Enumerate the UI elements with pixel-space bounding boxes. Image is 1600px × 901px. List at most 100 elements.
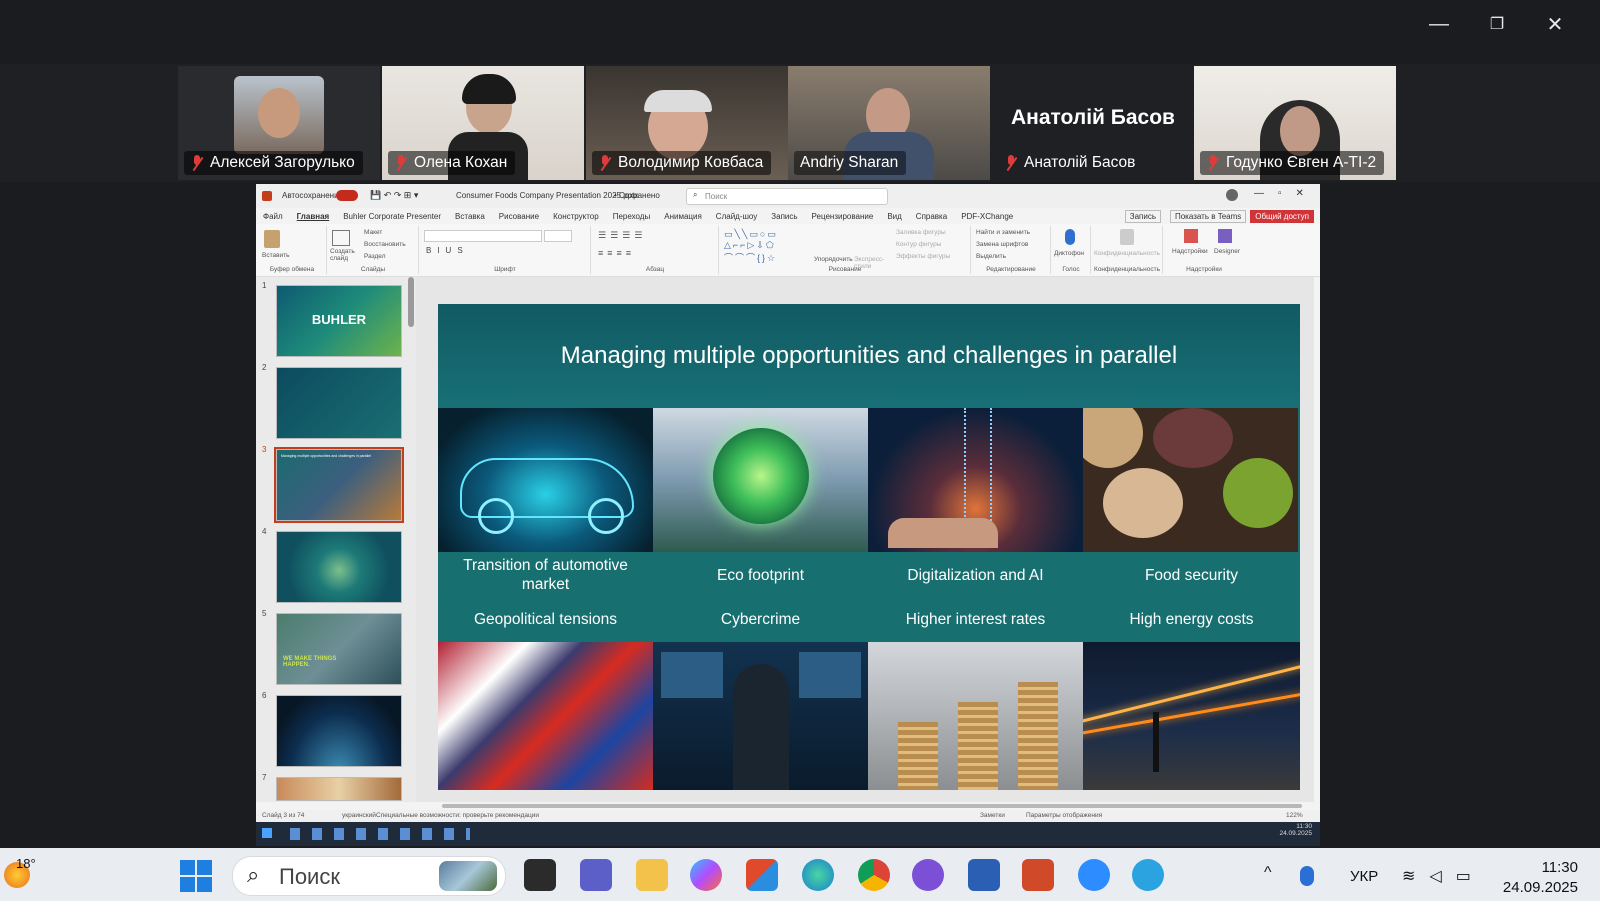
shape-fill-button[interactable]: Заливка фигуры xyxy=(896,229,946,236)
image-interest-rates xyxy=(868,642,1083,790)
store-icon[interactable] xyxy=(746,859,778,891)
privacy-label[interactable]: Конфиденциальность xyxy=(1094,250,1160,257)
menu-insert[interactable]: Вставка xyxy=(455,212,485,221)
privacy-icon[interactable] xyxy=(1120,229,1134,245)
search-box[interactable]: ⌕ Поиск xyxy=(686,188,888,205)
slide-thumb-2[interactable] xyxy=(276,367,402,439)
accessibility-status[interactable]: Специальные возможности: проверьте реком… xyxy=(376,812,539,819)
list-icons[interactable]: ☰☰☰☰ xyxy=(598,230,646,241)
designer-icon[interactable] xyxy=(1218,229,1232,243)
slide-thumb-1[interactable]: BUHLER xyxy=(276,285,402,357)
participant-tile-1[interactable]: Алексей Загорулько xyxy=(178,66,380,180)
new-slide-icon[interactable] xyxy=(332,230,350,246)
new-slide-label[interactable]: Создать слайд xyxy=(330,248,356,262)
share-button[interactable]: Общий доступ xyxy=(1250,209,1314,223)
menu-transitions[interactable]: Переходы xyxy=(613,212,651,221)
weather-temp[interactable]: 18° xyxy=(16,856,36,871)
display-settings-button[interactable]: Параметры отображения xyxy=(1026,812,1102,819)
teams-icon[interactable] xyxy=(580,859,612,891)
taskbar-search[interactable]: ⌕ Поиск xyxy=(232,856,506,896)
thumb-number: 1 xyxy=(262,281,267,290)
slide-thumb-3[interactable]: Managing multiple opportunities and chal… xyxy=(274,447,404,523)
slide-thumb-6[interactable] xyxy=(276,695,402,767)
system-clock[interactable]: 11:30 24.09.2025 xyxy=(1503,858,1578,898)
font-size-box[interactable] xyxy=(544,230,572,242)
file-explorer-icon[interactable] xyxy=(636,859,668,891)
slide-thumb-5[interactable]: WE MAKE THINGS HAPPEN. xyxy=(276,613,402,685)
restore-button[interactable]: ❐ xyxy=(1468,8,1526,40)
chevron-up-icon[interactable]: ^ xyxy=(1264,864,1272,882)
participant-tile-3[interactable]: Володимир Ковбаса xyxy=(586,66,788,180)
microphone-icon[interactable] xyxy=(1065,229,1075,245)
menu-review[interactable]: Рецензирование xyxy=(812,212,874,221)
shape-outline-button[interactable]: Контур фигуры xyxy=(896,241,941,248)
tray-status-icons[interactable]: ≋◁▭ xyxy=(1402,866,1485,886)
group-label: Шрифт xyxy=(494,266,516,273)
menu-home[interactable]: Главная xyxy=(297,212,330,221)
quick-access-icons[interactable]: 💾 ↶ ↷ ⊞ ▾ xyxy=(370,190,418,201)
font-format-icons[interactable]: BIUS xyxy=(426,246,469,255)
participant-tile-6[interactable]: Годунко Євген А-ТІ-2 xyxy=(1194,66,1396,180)
image-eco xyxy=(653,408,868,552)
teams-button[interactable]: Показать в Teams xyxy=(1169,209,1247,223)
select-button[interactable]: Выделить xyxy=(976,253,1006,260)
find-button[interactable]: Найти и заменить xyxy=(976,229,1030,236)
ppt-window-controls[interactable]: —▫✕ xyxy=(1254,188,1318,199)
menu-help[interactable]: Справка xyxy=(916,212,947,221)
arrange-label[interactable]: Упорядочить xyxy=(814,256,853,263)
paste-label[interactable]: Вставить xyxy=(262,252,290,259)
font-name-box[interactable] xyxy=(424,230,542,242)
participant-tile-4[interactable]: Andriy Sharan xyxy=(788,66,990,180)
language-indicator[interactable]: УКР xyxy=(1350,868,1378,885)
powerpoint-icon[interactable] xyxy=(1022,859,1054,891)
addins-label[interactable]: Надстройки xyxy=(1172,248,1208,255)
menu-view[interactable]: Вид xyxy=(887,212,901,221)
telegram-icon[interactable] xyxy=(1132,859,1164,891)
participant-big-name: Анатолій Басов xyxy=(1011,106,1175,129)
designer-label[interactable]: Designer xyxy=(1214,248,1240,255)
slide-thumb-7[interactable] xyxy=(276,777,402,801)
menu-pdfx[interactable]: PDF-XChange xyxy=(961,212,1013,221)
addins-icon[interactable] xyxy=(1184,229,1198,243)
participant-tile-2[interactable]: Олена Кохан xyxy=(382,66,584,180)
menu-slideshow[interactable]: Слайд-шоу xyxy=(716,212,757,221)
section-button[interactable]: Раздел xyxy=(364,253,385,260)
shapes-gallery-icon[interactable]: ▭╲╲▭○▭ △⌐⌐▷⇩⬠ ⌒⌒⌒{}☆ xyxy=(724,229,778,264)
word-icon[interactable] xyxy=(968,859,1000,891)
shape-effects-button[interactable]: Эффекты фигуры xyxy=(896,253,950,260)
microphone-icon[interactable] xyxy=(1300,866,1314,886)
participant-tile-5[interactable]: Анатолій Басов Анатолій Басов xyxy=(992,66,1194,180)
menu-draw[interactable]: Рисование xyxy=(499,212,539,221)
menu-design[interactable]: Конструктор xyxy=(553,212,599,221)
align-icons[interactable]: ≡≡≡≡ xyxy=(598,248,635,258)
menu-buhler[interactable]: Buhler Corporate Presenter xyxy=(343,212,441,221)
zoom-icon[interactable] xyxy=(1078,859,1110,891)
task-view-icon[interactable] xyxy=(524,859,556,891)
replace-fonts-button[interactable]: Замена шрифтов xyxy=(976,241,1028,248)
chrome-icon[interactable] xyxy=(858,859,890,891)
account-avatar[interactable] xyxy=(1226,189,1238,201)
ribbon-voice: Диктофон Голос xyxy=(1052,226,1091,274)
start-button[interactable] xyxy=(180,860,212,892)
menu-animation[interactable]: Анимация xyxy=(664,212,702,221)
layout-button[interactable]: Макет xyxy=(364,229,382,236)
current-slide[interactable]: Managing multiple opportunities and chal… xyxy=(438,304,1300,790)
reset-button[interactable]: Восстановить xyxy=(364,241,406,248)
thumbs-scrollbar[interactable] xyxy=(408,277,414,327)
autosave-toggle[interactable] xyxy=(336,190,358,201)
minimize-button[interactable]: — xyxy=(1410,8,1468,40)
zoom-level[interactable]: 122% xyxy=(1286,812,1303,819)
close-button[interactable]: ✕ xyxy=(1526,8,1584,40)
paste-icon[interactable] xyxy=(264,230,280,248)
menu-file[interactable]: Файл xyxy=(263,212,283,221)
slide-thumb-4[interactable] xyxy=(276,531,402,603)
language-status[interactable]: украинский xyxy=(342,812,376,819)
dictate-label[interactable]: Диктофон xyxy=(1054,250,1084,257)
record-button[interactable]: Запись xyxy=(1124,209,1161,223)
viber-icon[interactable] xyxy=(912,859,944,891)
notes-button[interactable]: Заметки xyxy=(980,812,1005,819)
edge-icon[interactable] xyxy=(802,859,834,891)
menu-record[interactable]: Запись xyxy=(771,212,797,221)
horizontal-scrollbar[interactable] xyxy=(442,804,1302,808)
copilot-icon[interactable] xyxy=(690,859,722,891)
